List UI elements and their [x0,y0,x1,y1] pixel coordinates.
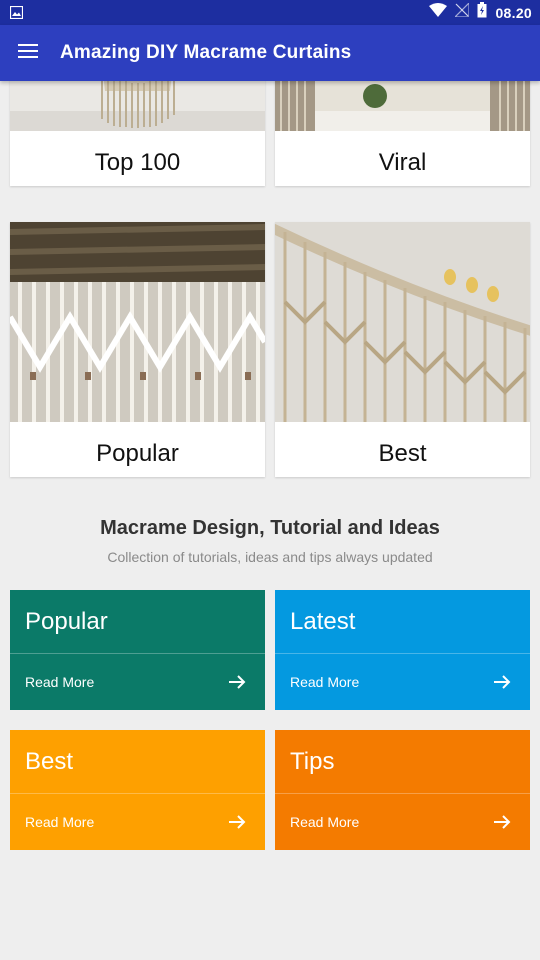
read-more-link[interactable]: Read More [290,814,359,830]
read-more-link[interactable]: Read More [290,674,359,690]
section-subtitle: Collection of tutorials, ideas and tips … [107,549,433,565]
status-icons: 08.20 [429,0,532,25]
tile-best[interactable]: Best Read More [10,730,265,850]
tile-divider [275,653,530,654]
app-title: Amazing DIY Macrame Curtains [60,42,352,63]
no-signal-icon [454,1,471,22]
tile-title: Best [25,748,74,775]
card-label: Popular [96,440,179,467]
card-image [275,81,530,131]
tile-divider [275,793,530,794]
card-label: Best [378,440,427,467]
status-bar: 08.20 [0,0,540,25]
section-title: Macrame Design, Tutorial and Ideas [100,517,440,539]
tile-title: Tips [290,748,335,775]
arrow-right-icon[interactable] [227,812,247,832]
main-content[interactable]: Top 100 Viral Popular Best Macrame Desig… [0,81,540,960]
arrow-right-icon[interactable] [492,812,512,832]
card-image [10,81,265,131]
tile-popular[interactable]: Popular Read More [10,590,265,710]
tile-latest[interactable]: Latest Read More [275,590,530,710]
category-card-popular[interactable]: Popular [10,222,265,477]
card-image [275,222,530,422]
menu-icon[interactable] [18,44,38,62]
tile-title: Popular [25,608,108,635]
battery-charging-icon [477,2,487,23]
card-image [10,222,265,422]
category-card-viral[interactable]: Viral [275,81,530,186]
image-notification-icon [9,5,24,24]
arrow-right-icon[interactable] [492,672,512,692]
wifi-icon [429,3,448,22]
tile-divider [10,793,265,794]
clock: 08.20 [495,4,532,21]
category-card-best[interactable]: Best [275,222,530,477]
read-more-link[interactable]: Read More [25,814,94,830]
tile-title: Latest [290,608,356,635]
tile-divider [10,653,265,654]
tile-tips[interactable]: Tips Read More [275,730,530,850]
arrow-right-icon[interactable] [227,672,247,692]
app-bar: Amazing DIY Macrame Curtains [0,25,540,81]
card-label: Top 100 [94,149,181,176]
category-card-top100[interactable]: Top 100 [10,81,265,186]
read-more-link[interactable]: Read More [25,674,94,690]
card-label: Viral [378,149,427,176]
